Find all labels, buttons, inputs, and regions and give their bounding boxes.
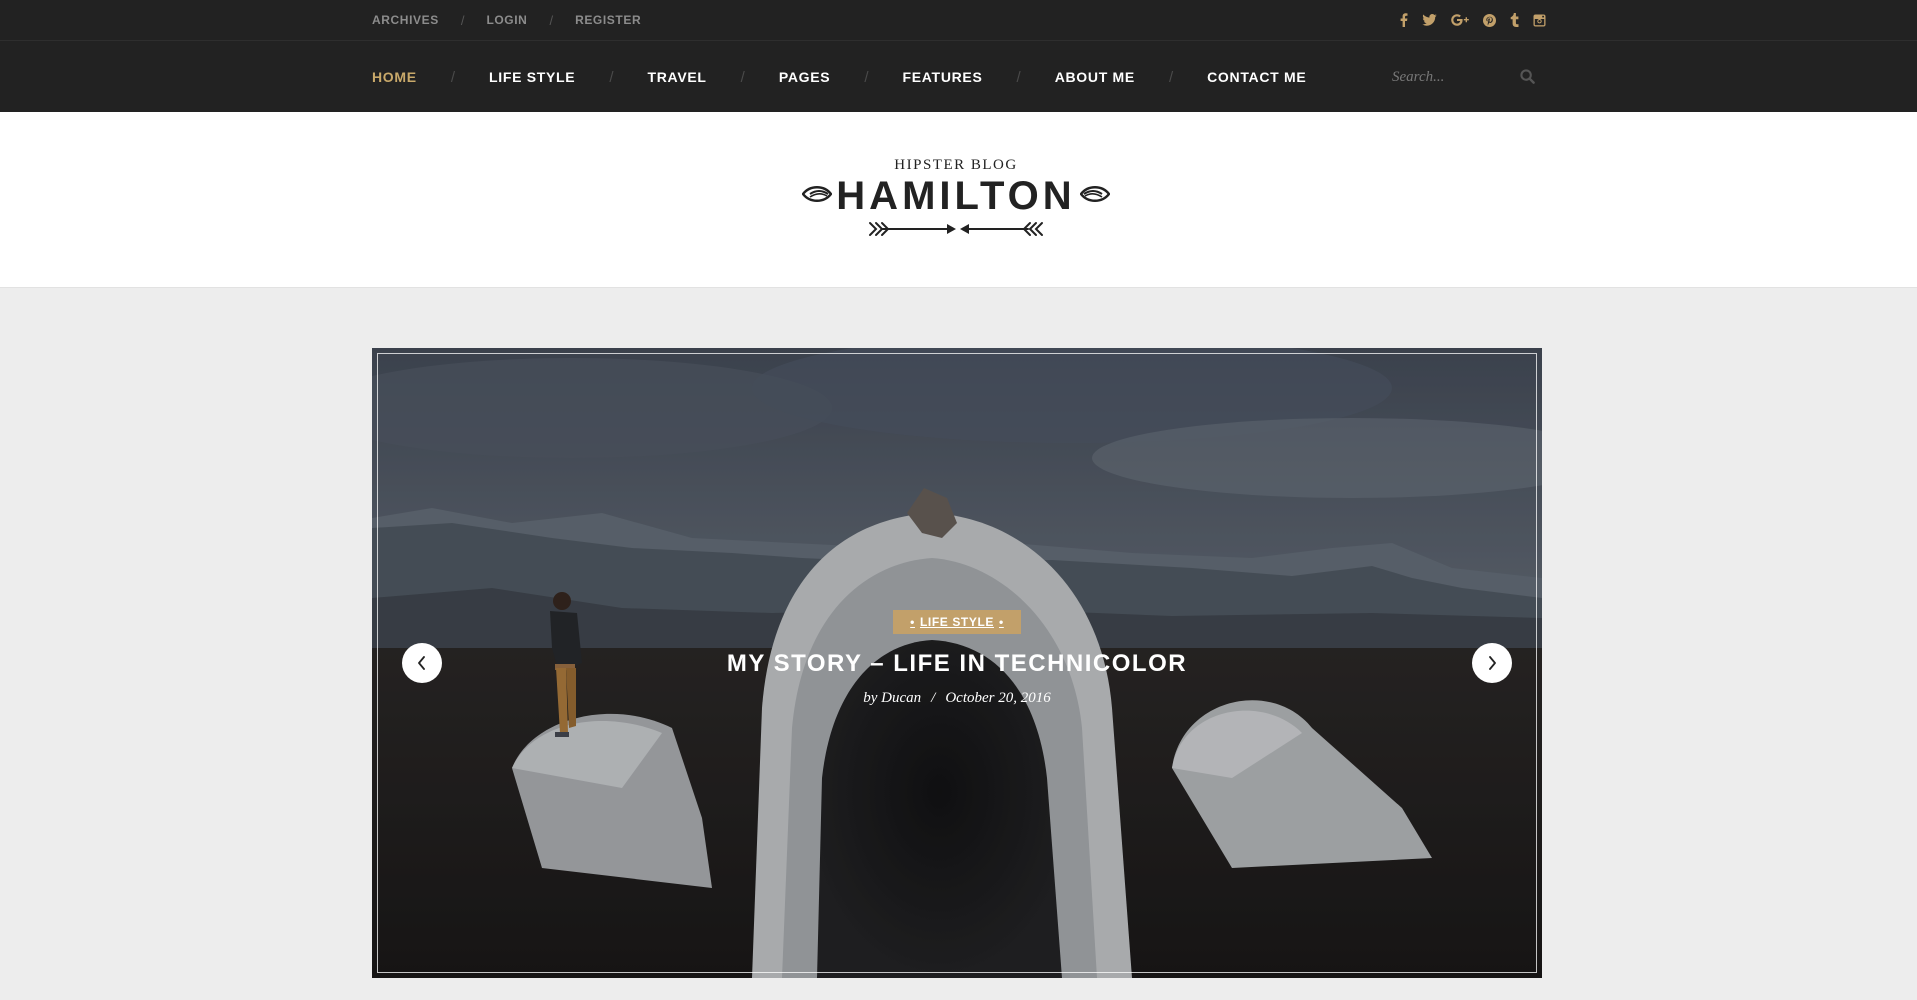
nav-item-features[interactable]: FEATURES: [903, 69, 983, 85]
slider-prev-button[interactable]: [402, 643, 442, 683]
nav-item-home[interactable]: HOME: [372, 69, 417, 85]
logo-name-row: HAMILTON: [800, 174, 1112, 218]
instagram-icon[interactable]: [1533, 14, 1546, 27]
arrows-icon: [869, 222, 1043, 236]
post-author[interactable]: by Ducan: [863, 690, 921, 706]
top-bar: ARCHIVES / LOGIN / REGISTER: [0, 0, 1917, 40]
category-label: LIFE STYLE: [919, 615, 994, 629]
twitter-icon[interactable]: [1422, 14, 1437, 26]
logo-name: HAMILTON: [836, 174, 1076, 218]
post-meta: by Ducan / October 20, 2016: [372, 690, 1542, 707]
login-link[interactable]: LOGIN: [486, 13, 527, 27]
social-icons: [1400, 0, 1546, 40]
post-title[interactable]: MY STORY – LIFE IN TECHNICOLOR: [372, 650, 1542, 678]
category-badge[interactable]: • LIFE STYLE •: [893, 610, 1021, 634]
badge-dot: •: [910, 615, 915, 629]
pinterest-icon[interactable]: [1483, 13, 1496, 27]
register-link[interactable]: REGISTER: [575, 13, 641, 27]
nav-separator: /: [740, 68, 745, 86]
featured-slider: • LIFE STYLE • MY STORY – LIFE IN TECHNICO…: [372, 348, 1542, 978]
leaf-left-icon: [801, 184, 833, 209]
nav-item-pages[interactable]: PAGES: [779, 69, 830, 85]
top-link-separator: /: [460, 12, 465, 28]
main-nav: HOME / LIFE STYLE / TRAVEL / PAGES / FEA…: [0, 40, 1917, 112]
chevron-right-icon: [1489, 656, 1496, 670]
search-icon[interactable]: [1520, 69, 1536, 85]
badge-dot: •: [999, 615, 1004, 629]
archives-link[interactable]: ARCHIVES: [372, 13, 439, 27]
post-date: October 20, 2016: [945, 690, 1051, 706]
meta-separator: /: [931, 690, 936, 706]
nav-separator: /: [864, 68, 869, 86]
search-box: [1392, 61, 1542, 93]
nav-menu: HOME / LIFE STYLE / TRAVEL / PAGES / FEA…: [372, 41, 1306, 113]
top-links: ARCHIVES / LOGIN / REGISTER: [372, 0, 641, 40]
nav-item-about-me[interactable]: ABOUT ME: [1055, 69, 1135, 85]
nav-item-travel[interactable]: TRAVEL: [648, 69, 707, 85]
nav-separator: /: [450, 68, 455, 86]
chevron-left-icon: [418, 656, 425, 670]
google-plus-icon[interactable]: [1451, 14, 1469, 26]
slider-next-button[interactable]: [1472, 643, 1512, 683]
slide-caption: • LIFE STYLE • MY STORY – LIFE IN TECHNICO…: [372, 610, 1542, 707]
search-input[interactable]: [1392, 68, 1512, 86]
site-logo[interactable]: HIPSTER BLOG HAMILTON: [800, 156, 1112, 244]
nav-separator: /: [1168, 68, 1174, 86]
tumblr-icon[interactable]: [1510, 13, 1519, 27]
top-link-separator: /: [549, 12, 554, 28]
leaf-right-icon: [1079, 184, 1111, 209]
logo-tagline: HIPSTER BLOG: [894, 157, 1018, 173]
nav-separator: /: [609, 68, 614, 86]
nav-item-life-style[interactable]: LIFE STYLE: [489, 69, 575, 85]
nav-item-contact-me[interactable]: CONTACT ME: [1207, 69, 1306, 85]
site-header: HIPSTER BLOG HAMILTON: [0, 112, 1917, 288]
nav-separator: /: [1016, 68, 1021, 86]
facebook-icon[interactable]: [1400, 13, 1408, 27]
